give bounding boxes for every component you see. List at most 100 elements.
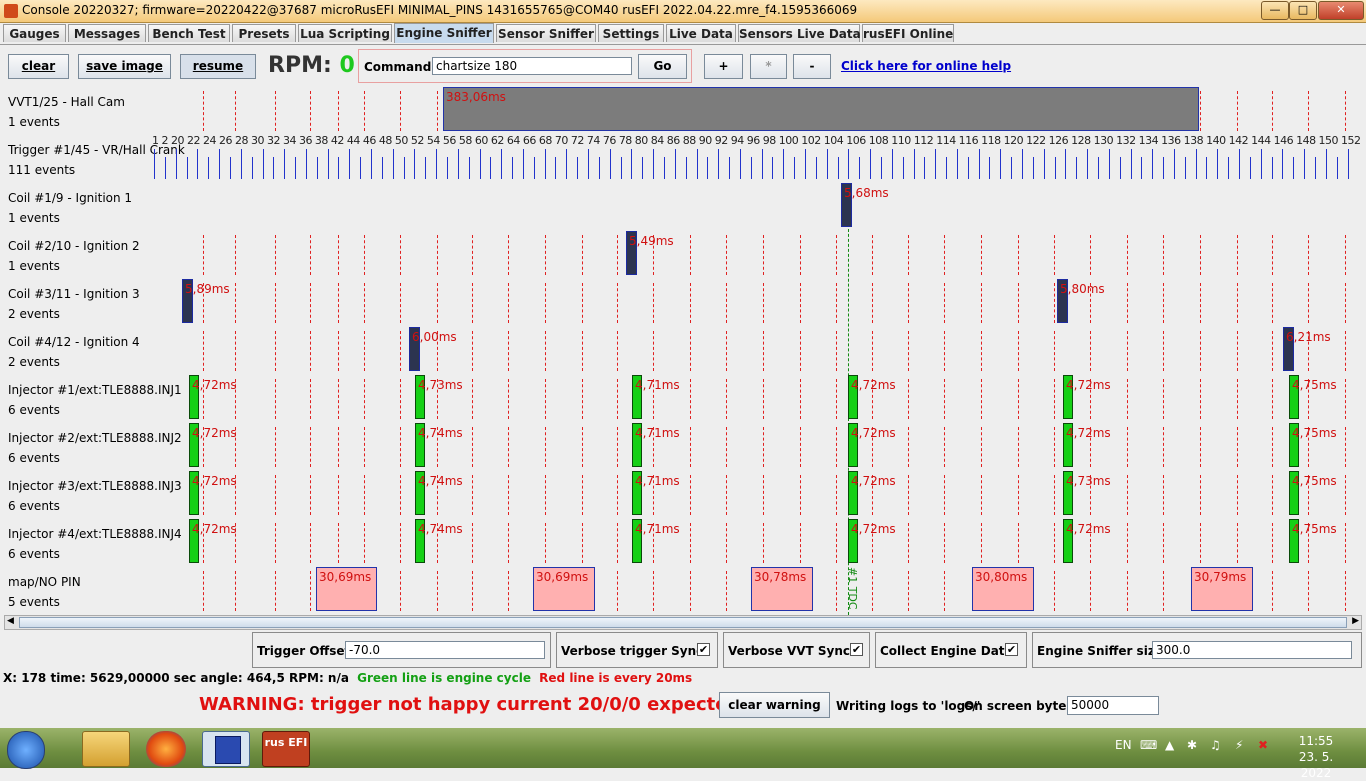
time-grid-tick xyxy=(800,427,802,467)
time-grid-tick xyxy=(338,379,340,419)
time-grid-tick xyxy=(364,475,366,515)
save-app-icon[interactable] xyxy=(202,731,250,767)
zoom-reset-button[interactable]: * xyxy=(750,54,787,79)
volume-icon[interactable]: ♫ xyxy=(1210,738,1221,752)
trigger-tooth xyxy=(469,157,470,179)
zoom-in-button[interactable]: + xyxy=(704,54,743,79)
time-grid-tick xyxy=(1200,283,1202,323)
trigger-tooth xyxy=(892,149,893,179)
language-indicator[interactable]: EN xyxy=(1115,738,1132,752)
tab-presets[interactable]: Presets xyxy=(232,24,296,42)
trigger-tooth xyxy=(1185,157,1186,179)
time-grid-tick xyxy=(836,523,838,563)
time-grid-tick xyxy=(1127,283,1129,323)
tab-sensor-sniffer[interactable]: Sensor Sniffer xyxy=(496,24,596,42)
maximize-icon[interactable]: □ xyxy=(1289,1,1317,20)
tab-engine-sniffer[interactable]: Engine Sniffer xyxy=(394,23,494,43)
time-grid-tick xyxy=(1237,331,1239,371)
tab-bench-test[interactable]: Bench Test xyxy=(148,24,230,42)
time-grid-tick xyxy=(836,283,838,323)
trigger-tooth xyxy=(219,149,220,179)
time-grid-tick xyxy=(1127,523,1129,563)
inj4-pulse: 4,72ms xyxy=(848,519,896,563)
inj3-pulse: 4,71ms xyxy=(632,471,680,515)
window-title: Console 20220327; firmware=20220422@3768… xyxy=(22,3,858,17)
tab-sensors-live-data[interactable]: Sensors Live Data xyxy=(738,24,861,42)
horizontal-scrollbar[interactable]: ◀ ▶ xyxy=(4,615,1362,630)
tab-gauges[interactable]: Gauges xyxy=(3,24,66,42)
screen-bytes-input[interactable]: 50000 xyxy=(1067,696,1159,715)
scroll-left-icon[interactable]: ◀ xyxy=(7,616,14,626)
network-icon[interactable]: ✖ xyxy=(1258,738,1268,752)
minimize-icon[interactable]: — xyxy=(1261,1,1289,20)
time-grid-tick xyxy=(1345,523,1347,563)
go-button[interactable]: Go xyxy=(638,54,687,79)
save-image-button[interactable]: save image xyxy=(78,54,171,79)
online-help-link[interactable]: Click here for online help xyxy=(841,59,1011,73)
trigger-tooth xyxy=(317,157,318,179)
row-events-vvt: 1 events xyxy=(8,115,60,129)
time-grid-tick xyxy=(1272,475,1274,515)
time-grid-tick xyxy=(508,283,510,323)
verbose-trigger-checkbox[interactable]: ✔ xyxy=(697,643,710,656)
keyboard-icon[interactable]: ⌨ xyxy=(1140,738,1157,752)
time-grid-tick xyxy=(690,331,692,371)
time-grid-tick xyxy=(582,283,584,323)
clock[interactable]: 11:55 23. 5. 2022 xyxy=(1286,733,1346,781)
time-grid-tick xyxy=(690,235,692,275)
time-grid-tick xyxy=(908,379,910,419)
tab-live-data[interactable]: Live Data xyxy=(666,24,736,42)
sniffer-size-input[interactable]: 300.0 xyxy=(1152,641,1352,659)
show-hidden-icons-icon[interactable]: ▲ xyxy=(1165,738,1174,752)
time-grid-tick xyxy=(1272,379,1274,419)
trigger-offset-label: Trigger Offset xyxy=(257,644,351,658)
inj3-pulse-label: 4,74ms xyxy=(418,474,463,488)
time-grid-tick xyxy=(1090,571,1092,611)
scroll-right-icon[interactable]: ▶ xyxy=(1352,616,1359,626)
tab-lua-scripting[interactable]: Lua Scripting xyxy=(298,24,392,42)
resume-button[interactable]: resume xyxy=(180,54,256,79)
verbose-vvt-checkbox[interactable]: ✔ xyxy=(850,643,863,656)
inj2-pulse: 4,74ms xyxy=(415,423,463,467)
command-input[interactable]: chartsize 180 xyxy=(432,57,632,75)
trigger-tooth xyxy=(914,149,915,179)
explorer-icon[interactable] xyxy=(82,731,130,767)
start-button-icon[interactable] xyxy=(7,731,45,769)
inj4-pulse: 4,72ms xyxy=(189,519,237,563)
time-grid-tick xyxy=(310,283,312,323)
zoom-out-button[interactable]: - xyxy=(793,54,831,79)
collect-engine-checkbox[interactable]: ✔ xyxy=(1005,643,1018,656)
bluetooth-icon[interactable]: ✱ xyxy=(1187,738,1197,752)
time-grid-tick xyxy=(763,235,765,275)
close-icon[interactable]: ✕ xyxy=(1318,1,1364,20)
time-grid-tick xyxy=(400,475,402,515)
time-grid-tick xyxy=(1345,475,1347,515)
trigger-tooth xyxy=(989,157,990,179)
time-grid-tick xyxy=(617,427,619,467)
time-grid-tick xyxy=(981,283,983,323)
tab-messages[interactable]: Messages xyxy=(68,24,146,42)
map-pulse: 30,79ms xyxy=(1191,567,1253,611)
clear-warning-button[interactable]: clear warning xyxy=(719,692,830,718)
tab-rusefi-online[interactable]: rusEFI Online xyxy=(862,24,954,42)
time-grid-tick xyxy=(437,91,439,131)
time-grid-tick xyxy=(275,475,277,515)
trigger-tooth xyxy=(729,157,730,179)
rusefi-app-icon[interactable]: rus EFI xyxy=(262,731,310,767)
trigger-offset-input[interactable]: -70.0 xyxy=(345,641,545,659)
time-grid-tick xyxy=(545,283,547,323)
trigger-tooth xyxy=(1000,149,1001,179)
time-grid-tick xyxy=(1163,571,1165,611)
time-grid-tick xyxy=(1090,235,1092,275)
clear-button[interactable]: clear xyxy=(8,54,69,79)
time-grid-tick xyxy=(203,571,205,611)
inj4-pulse-label: 4,72ms xyxy=(851,522,896,536)
scrollbar-thumb[interactable] xyxy=(19,617,1347,628)
tab-settings[interactable]: Settings xyxy=(598,24,664,42)
power-icon[interactable]: ⚡ xyxy=(1235,738,1243,752)
trigger-tooth xyxy=(566,149,567,179)
time-grid-tick xyxy=(310,91,312,131)
vvt-pulse: 383,06ms xyxy=(443,87,1199,131)
firefox-icon[interactable] xyxy=(146,731,186,767)
time-grid-tick xyxy=(508,475,510,515)
